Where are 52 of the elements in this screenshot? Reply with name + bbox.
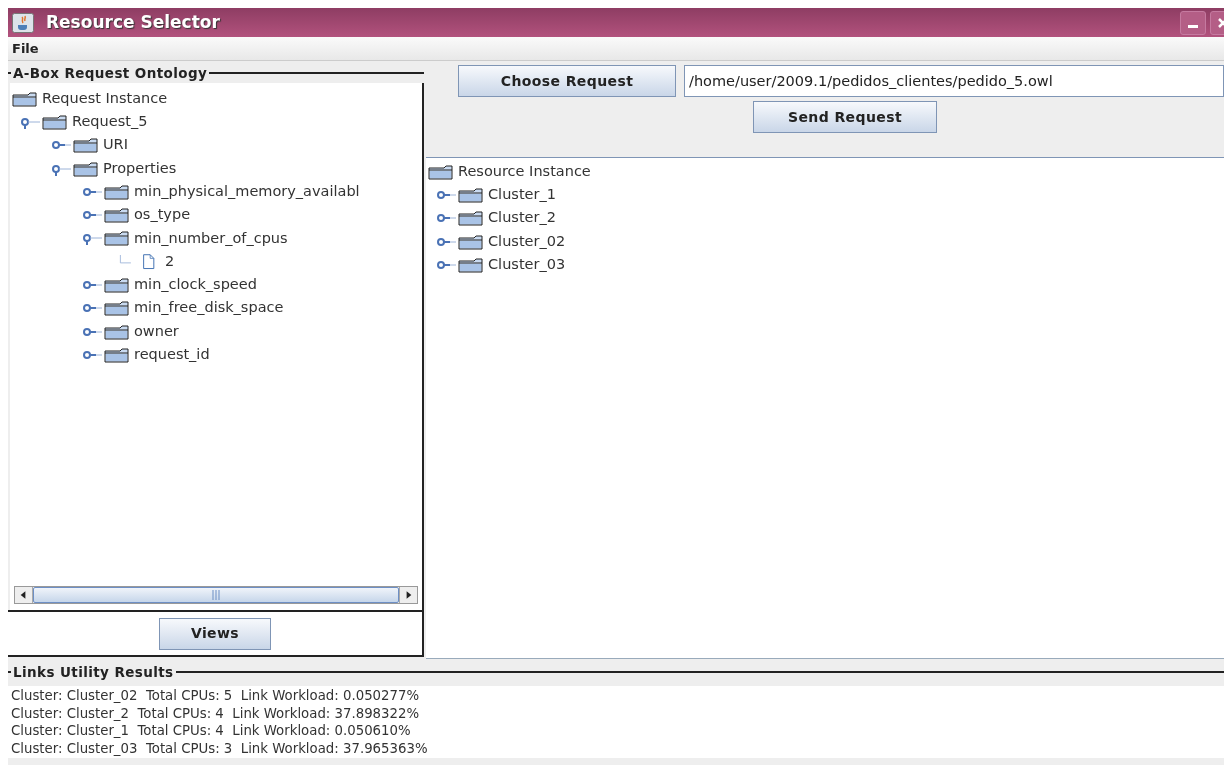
java-cup-icon xyxy=(12,12,34,33)
tree-item-label[interactable]: request_id xyxy=(134,344,210,366)
minimize-icon xyxy=(1188,25,1198,28)
tree-item-label[interactable]: 2 xyxy=(165,250,175,273)
tree-item-label[interactable]: owner xyxy=(134,320,179,343)
folder-icon xyxy=(458,210,484,227)
grip-icon xyxy=(212,590,220,600)
tree-item-label[interactable]: Cluster_02 xyxy=(488,230,566,253)
tree-item-label[interactable]: Cluster_2 xyxy=(488,207,556,230)
horizontal-scrollbar[interactable] xyxy=(14,586,418,604)
folder-icon xyxy=(428,163,454,180)
tree-item-label[interactable]: min_clock_speed xyxy=(134,274,257,296)
group-title: Links Utility Results xyxy=(13,662,174,682)
folder-icon xyxy=(104,230,130,247)
folder-icon xyxy=(42,113,68,130)
folder-icon xyxy=(73,137,99,154)
views-button[interactable]: Views xyxy=(159,617,271,650)
collapse-handle-icon[interactable] xyxy=(82,231,102,246)
result-line: Cluster: Cluster_02 Total CPUs: 5 Link Workload: 0.050277% xyxy=(11,687,421,705)
choose-request-button[interactable]: Choose Request xyxy=(458,65,676,97)
menu-item[interactable]: File xyxy=(8,38,43,59)
folder-icon xyxy=(104,300,130,317)
folder-icon xyxy=(458,256,484,273)
tree-item-label[interactable]: Cluster_1 xyxy=(488,184,556,206)
tree-item-label[interactable]: os_type xyxy=(134,204,191,226)
group-title: A-Box Request Ontology xyxy=(13,63,208,83)
folder-icon xyxy=(104,207,130,224)
result-line: Cluster: Cluster_1 Total CPUs: 4 Link Workload: 0.050610% xyxy=(11,722,412,740)
tree-item-label[interactable]: Resource Instance xyxy=(458,160,591,183)
folder-icon xyxy=(104,346,130,363)
tree-item-label[interactable]: URI xyxy=(103,134,128,157)
tree-item-label[interactable]: Request_5 xyxy=(72,111,148,133)
minimize-button[interactable] xyxy=(1180,10,1206,35)
window-title: Resource Selector xyxy=(46,10,220,34)
tree-item-label[interactable]: min_free_disk_space xyxy=(134,297,284,320)
tree-item-label[interactable]: Properties xyxy=(103,157,177,180)
folder-icon xyxy=(104,323,130,340)
send-request-button[interactable]: Send Request xyxy=(753,101,937,133)
tree-item-label[interactable]: min_number_of_cpus xyxy=(134,227,288,250)
tree-item-label[interactable]: min_physical_memory_availabl xyxy=(134,180,360,203)
tree-item-label[interactable]: Cluster_03 xyxy=(488,253,566,276)
expand-handle-icon[interactable] xyxy=(82,278,102,292)
folder-icon xyxy=(458,233,484,250)
path-field[interactable]: /home/user/2009.1/pedidos_clientes/pedido_5.owl xyxy=(684,65,1224,97)
result-line: Cluster: Cluster_2 Total CPUs: 4 Link Workload: 37.898322% xyxy=(11,704,421,722)
scroll-thumb[interactable] xyxy=(33,587,399,603)
folder-icon xyxy=(458,186,484,203)
folder-icon xyxy=(73,160,99,177)
folder-icon xyxy=(104,277,130,293)
result-line: Cluster: Cluster_03 Total CPUs: 3 Link Workload: 37.965363% xyxy=(11,739,429,757)
folder-icon xyxy=(104,183,130,200)
tree-item-label[interactable]: Request Instance xyxy=(42,87,168,110)
